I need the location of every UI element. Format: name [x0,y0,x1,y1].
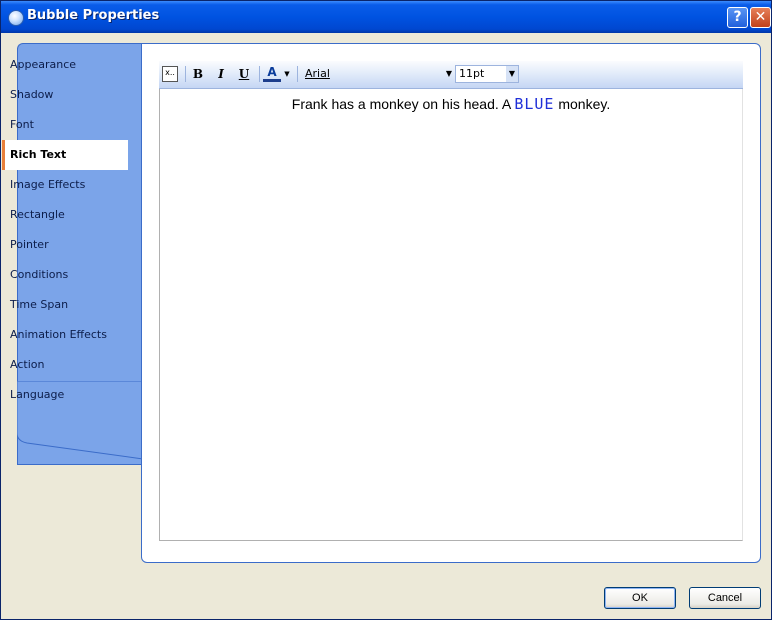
sidebar-item-font[interactable]: Font [2,110,126,140]
window-title: Bubble Properties [27,8,160,23]
bubble-properties-window: Bubble Properties ? ✕ Appearance Shadow … [0,0,772,620]
sidebar-item-label: Animation Effects [10,328,107,341]
sidebar-item-time-span[interactable]: Time Span [2,290,126,320]
sidebar-item-label: Conditions [10,268,69,281]
sidebar-item-label: Pointer [10,238,49,251]
sidebar-item-conditions[interactable]: Conditions [2,260,126,290]
italic-button[interactable]: I [212,65,230,83]
sidebar-item-label: Image Effects [10,178,86,191]
sidebar-item-label: Rectangle [10,208,65,221]
sidebar-item-animation-effects[interactable]: Animation Effects [2,320,126,350]
toolbar-separator [185,66,186,82]
sidebar-item-label: Language [10,388,65,401]
editor-content: Frank has a monkey on his head. A BLUE m… [160,95,742,113]
font-name-value: Arial [305,67,330,80]
sidebar-item-rich-text[interactable]: Rich Text [2,140,128,170]
toolbar-separator [297,66,298,82]
rich-text-toolbar: x.. B I U A ▼ Arial ▼ 11pt ▼ [159,61,743,89]
editor-text-before: Frank has a monkey on his head. A [291,96,515,112]
cancel-button[interactable]: Cancel [689,587,761,609]
sidebar-item-image-effects[interactable]: Image Effects [2,170,126,200]
font-size-value: 11pt [459,67,485,80]
close-button[interactable]: ✕ [750,7,771,28]
sidebar-item-pointer[interactable]: Pointer [2,230,126,260]
sidebar-item-appearance[interactable]: Appearance [2,50,126,80]
underline-button[interactable]: U [235,65,253,83]
app-icon [8,10,24,26]
sidebar-item-language[interactable]: Language [2,380,126,410]
ok-button[interactable]: OK [604,587,676,609]
chevron-down-icon: ▼ [506,66,518,82]
chevron-down-icon: ▼ [445,69,452,78]
title-bar[interactable]: Bubble Properties ? ✕ [1,1,771,33]
bold-button[interactable]: B [189,65,207,83]
editor-blue-word: BLUE [514,95,555,113]
sidebar-item-label: Time Span [10,298,69,311]
editor-text-after: monkey. [554,96,611,112]
font-name-select[interactable]: Arial ▼ [302,65,456,83]
sidebar-item-label: Shadow [10,88,54,101]
sidebar-item-label: Rich Text [10,148,67,161]
font-color-button[interactable]: A [263,65,281,82]
rich-text-editor[interactable]: Frank has a monkey on his head. A BLUE m… [159,89,743,541]
sidebar-item-shadow[interactable]: Shadow [2,80,126,110]
toolbar-separator [259,66,260,82]
sidebar-item-action[interactable]: Action [2,350,126,380]
sidebar-item-label: Font [10,118,34,131]
sidebar-item-label: Appearance [10,58,77,71]
font-size-select[interactable]: 11pt ▼ [455,65,519,83]
clear-format-icon[interactable]: x.. [162,66,178,82]
sidebar-item-rectangle[interactable]: Rectangle [2,200,126,230]
sidebar-item-label: Action [10,358,45,371]
font-color-dropdown-icon[interactable]: ▼ [282,65,292,83]
help-button[interactable]: ? [727,7,748,28]
